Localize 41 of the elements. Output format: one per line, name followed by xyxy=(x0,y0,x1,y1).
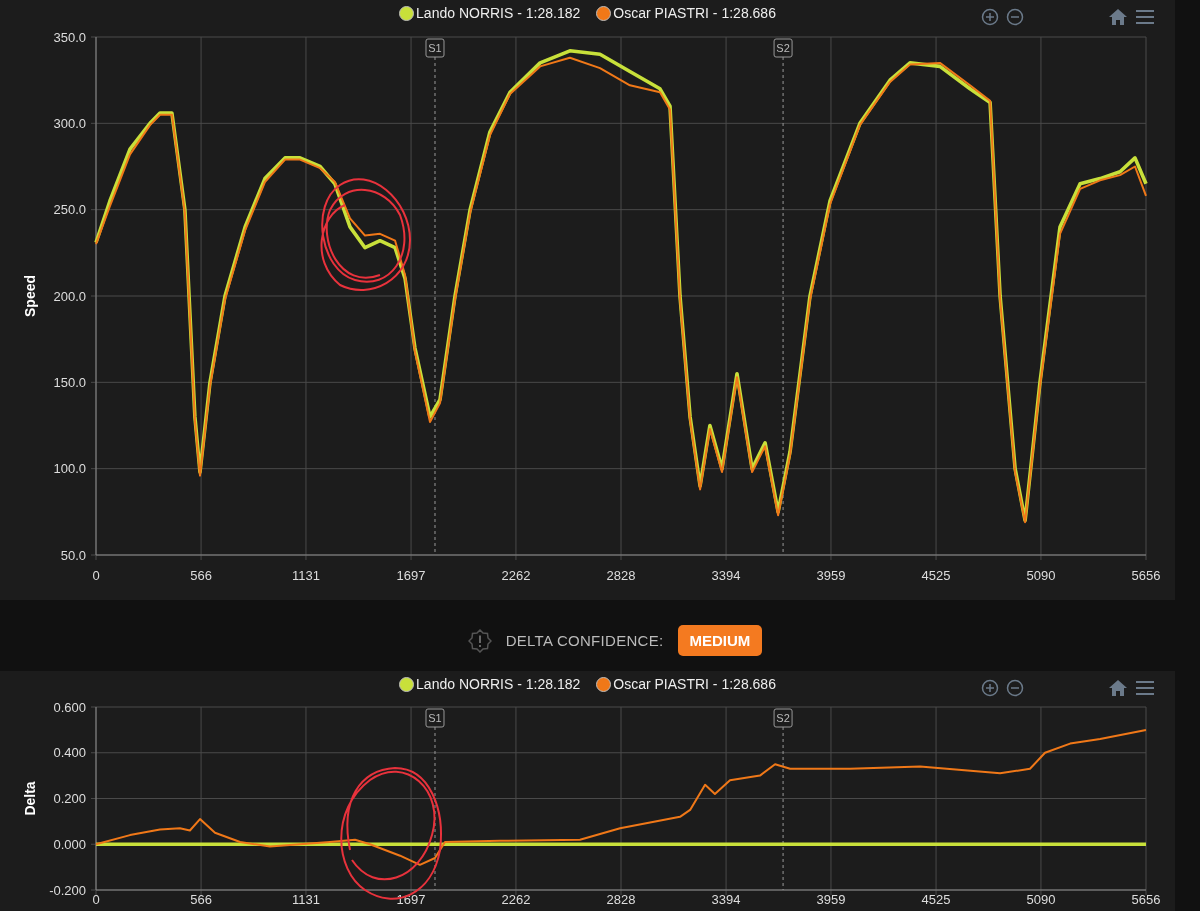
x-tick-label: 5656 xyxy=(1131,568,1161,583)
x-tick-label: 2828 xyxy=(606,892,636,907)
x-tick-label: 5656 xyxy=(1131,892,1161,907)
y-tick-label: 250.0 xyxy=(53,202,86,218)
x-tick-label: 2262 xyxy=(501,568,531,583)
x-tick-label: 566 xyxy=(190,568,212,583)
sector-label: S2 xyxy=(776,42,790,54)
x-tick-label: 2828 xyxy=(606,568,636,583)
y-tick-label: 0.400 xyxy=(53,745,86,761)
confidence-label: DELTA CONFIDENCE: xyxy=(505,632,664,649)
x-tick-label: 1697 xyxy=(396,568,426,583)
y-tick-label: 50.0 xyxy=(60,547,86,563)
y-tick-label: 350.0 xyxy=(53,29,86,45)
x-tick-label: 5090 xyxy=(1026,568,1056,583)
y-tick-label: 0.000 xyxy=(53,836,86,852)
x-tick-label: 1131 xyxy=(292,568,320,583)
y-tick-label: 0.200 xyxy=(53,791,86,806)
sector-label: S1 xyxy=(428,42,442,54)
y-tick-label: 200.0 xyxy=(53,288,86,304)
x-tick-label: 5090 xyxy=(1026,892,1056,907)
x-tick-label: 566 xyxy=(190,892,212,907)
y-axis-title: Delta xyxy=(22,781,38,816)
y-tick-label: 0.600 xyxy=(53,699,86,715)
x-tick-label: 0 xyxy=(92,568,100,583)
x-tick-label: 3959 xyxy=(816,892,846,907)
x-tick-label: 0 xyxy=(92,892,100,907)
y-tick-label: 150.0 xyxy=(53,374,86,390)
x-tick-label: 3394 xyxy=(711,568,741,583)
y-axis-title: Speed xyxy=(22,275,38,317)
x-tick-label: 3959 xyxy=(816,568,846,583)
y-tick-label: 100.0 xyxy=(53,461,86,477)
sector-label: S1 xyxy=(428,712,442,724)
x-tick-label: 4525 xyxy=(921,568,951,583)
confidence-badge: MEDIUM xyxy=(677,625,763,656)
y-tick-label: -0.200 xyxy=(49,882,86,898)
x-tick-label: 2262 xyxy=(501,892,531,907)
x-tick-label: 1131 xyxy=(292,892,320,907)
x-tick-label: 3394 xyxy=(711,892,741,907)
sector-label: S2 xyxy=(776,712,790,724)
x-tick-label: 4525 xyxy=(921,892,951,907)
y-tick-label: 300.0 xyxy=(53,115,86,131)
